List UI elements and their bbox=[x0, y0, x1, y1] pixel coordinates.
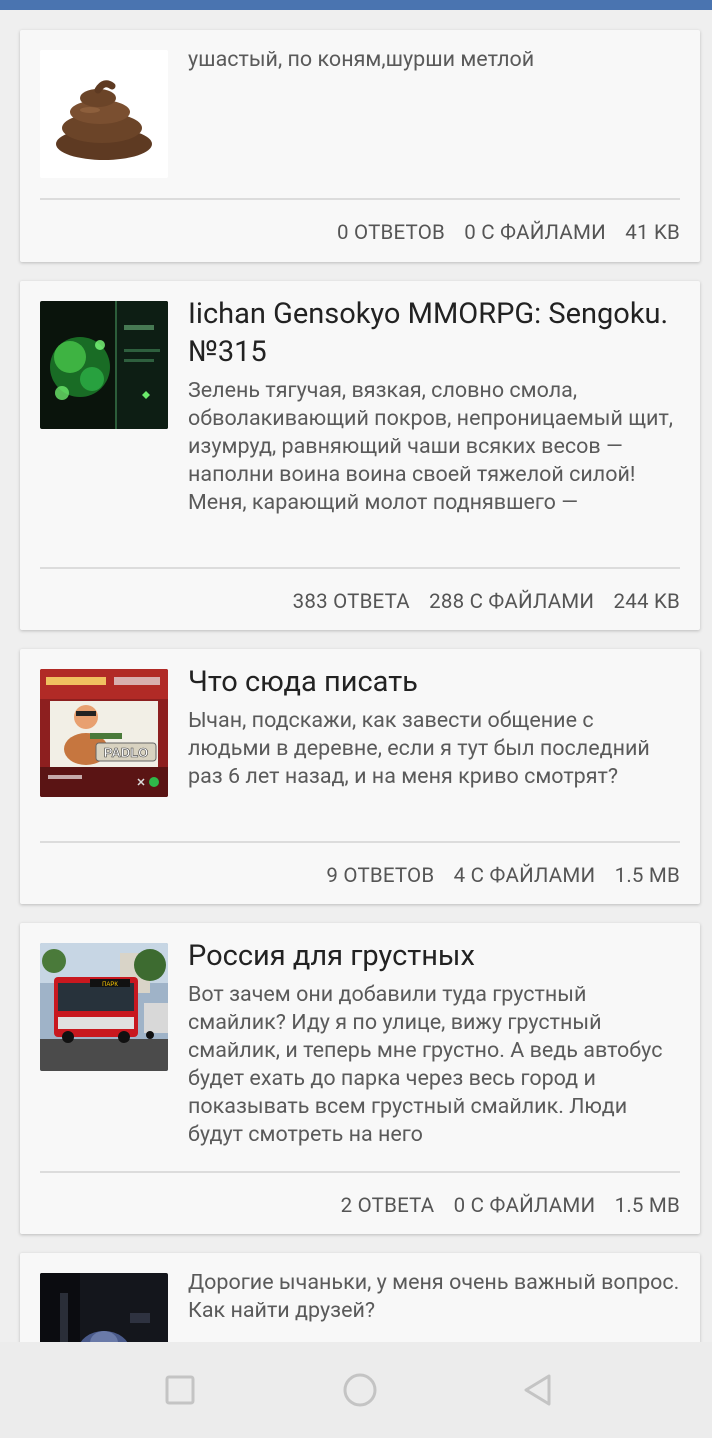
thread-card[interactable]: Дорогие ычаньки, у меня очень важный воп… bbox=[20, 1253, 700, 1342]
thread-feed[interactable]: ушастый, по коням,шурши метлой 0 ответов… bbox=[0, 10, 712, 1342]
thread-size: 1.5 MB bbox=[614, 1194, 680, 1218]
padlo-text: PADLO bbox=[104, 745, 149, 760]
padlo-meme-image: PADLO bbox=[40, 669, 168, 797]
divider bbox=[40, 841, 680, 843]
recents-square-icon[interactable] bbox=[160, 1370, 200, 1410]
reply-count: 383 ответа bbox=[292, 590, 410, 614]
reply-count: 0 ответов bbox=[337, 221, 445, 245]
thread-size: 1.5 MB bbox=[614, 864, 680, 888]
dark-photo-image bbox=[40, 1273, 168, 1342]
thread-card[interactable]: ПАРК Россия для грустных Вот зачем они д… bbox=[20, 923, 700, 1234]
thread-excerpt: Дорогие ычаньки, у меня очень важный воп… bbox=[188, 1270, 680, 1323]
system-navigation-bar bbox=[0, 1342, 712, 1438]
divider bbox=[40, 1171, 680, 1173]
thread-stats: 9 ответов 4 с файлами 1.5 MB bbox=[312, 864, 680, 888]
divider bbox=[40, 567, 680, 569]
file-count: 0 с файлами bbox=[453, 1194, 596, 1218]
thread-thumbnail[interactable]: ПАРК bbox=[40, 943, 168, 1071]
poop-image bbox=[40, 50, 168, 178]
thread-stats: 2 ответа 0 с файлами 1.5 MB bbox=[327, 1194, 680, 1218]
thread-title[interactable]: Iichan Gensokyo MMORPG: Sengoku. №315 bbox=[188, 295, 680, 371]
status-bar bbox=[0, 0, 712, 10]
thread-excerpt: ушастый, по коням,шурши метлой bbox=[188, 47, 535, 72]
thread-size: 244 KB bbox=[613, 590, 680, 614]
home-circle-icon[interactable] bbox=[340, 1370, 380, 1410]
file-count: 288 с файлами bbox=[429, 590, 595, 614]
file-count: 4 с файлами bbox=[453, 864, 596, 888]
thread-excerpt: Вот зачем они добавили туда грустный сма… bbox=[188, 982, 663, 1147]
reply-count: 9 ответов bbox=[326, 864, 435, 888]
thread-title[interactable]: Что сюда писать bbox=[188, 663, 680, 701]
thread-title[interactable]: Россия для грустных bbox=[188, 937, 680, 975]
thread-excerpt: Ычан, подскажи, как завести общение с лю… bbox=[188, 708, 650, 789]
reply-count: 2 ответа bbox=[340, 1194, 435, 1218]
bus-route-text: ПАРК bbox=[102, 982, 118, 988]
thread-thumbnail[interactable]: PADLO bbox=[40, 669, 168, 797]
back-triangle-icon[interactable] bbox=[518, 1370, 558, 1410]
thread-card[interactable]: Iichan Gensokyo MMORPG: Sengoku. №315 Зе… bbox=[20, 281, 700, 630]
thread-thumbnail[interactable] bbox=[40, 301, 168, 429]
thread-stats: 383 ответа 288 с файлами 244 KB bbox=[279, 590, 680, 614]
thread-thumbnail[interactable] bbox=[40, 50, 168, 178]
divider bbox=[40, 198, 680, 200]
thread-excerpt: Зелень тягучая, вязкая, словно смола, об… bbox=[188, 378, 674, 515]
file-count: 0 с файлами bbox=[464, 221, 606, 245]
thread-thumbnail[interactable] bbox=[40, 1273, 168, 1342]
thread-stats: 0 ответов 0 с файлами 41 KB bbox=[323, 221, 680, 245]
thread-size: 41 KB bbox=[625, 221, 680, 245]
bus-photo-image: ПАРК bbox=[40, 943, 168, 1071]
thread-card[interactable]: PADLO Что сюда писать Ычан, подскажи, ка… bbox=[20, 649, 700, 904]
thread-card[interactable]: ушастый, по коням,шурши метлой 0 ответов… bbox=[20, 30, 700, 262]
green-game-image bbox=[40, 301, 168, 429]
